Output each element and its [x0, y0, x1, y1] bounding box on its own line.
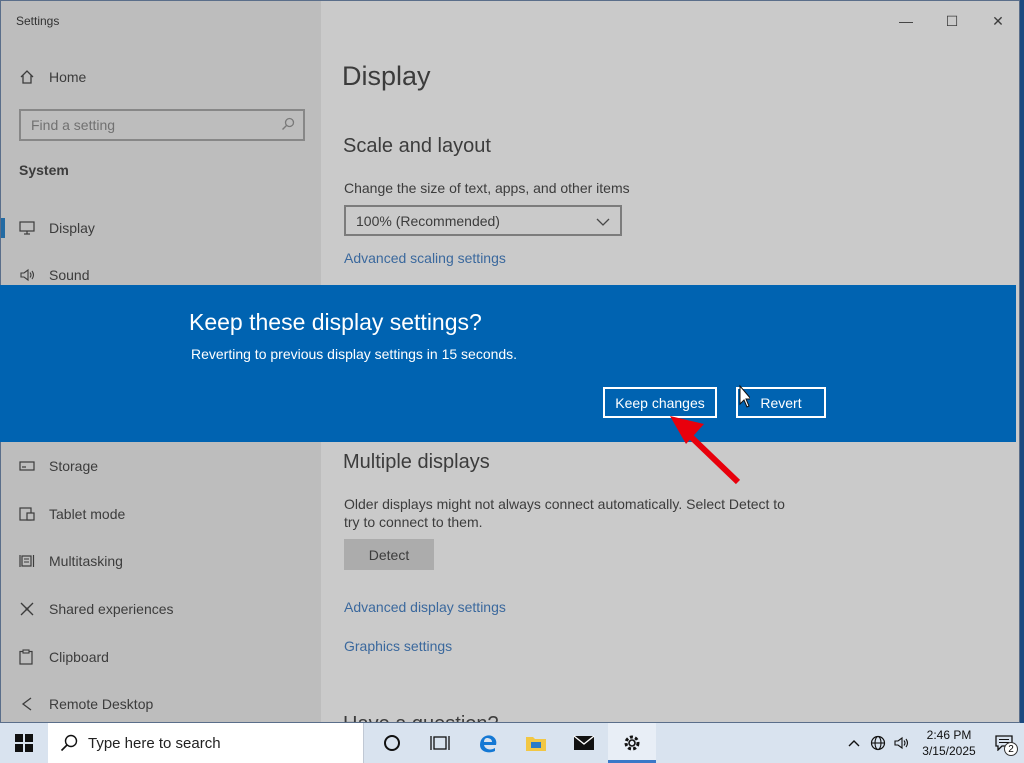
sidebar-item-label: Display	[49, 220, 95, 236]
action-center-button[interactable]: 2	[984, 723, 1024, 763]
chevron-up-icon	[848, 740, 860, 747]
taskbar-search-placeholder: Type here to search	[88, 734, 221, 752]
sidebar-item-tablet-mode[interactable]: Tablet mode	[1, 496, 321, 532]
multiple-desc-line-1: Older displays might not always connect …	[344, 496, 785, 512]
taskbar-search[interactable]: Type here to search	[48, 723, 364, 763]
section-heading-multiple-displays: Multiple displays	[343, 451, 490, 473]
notification-count-badge: 2	[1004, 742, 1018, 756]
speaker-icon	[19, 268, 49, 282]
cortana-button[interactable]	[368, 723, 416, 763]
graphics-settings-link[interactable]: Graphics settings	[344, 638, 452, 654]
volume-icon	[894, 736, 909, 750]
dialog-title: Keep these display settings?	[189, 309, 482, 335]
globe-icon	[870, 735, 886, 751]
scale-dropdown-value: 100% (Recommended)	[356, 212, 500, 229]
search-input[interactable]	[31, 117, 281, 133]
folder-icon	[526, 737, 546, 751]
minimize-button[interactable]: —	[883, 1, 929, 41]
sidebar-item-label: Remote Desktop	[49, 696, 154, 712]
sidebar-item-label: Sound	[49, 267, 90, 283]
maximize-icon: ☐	[945, 12, 959, 29]
sidebar-item-label: Home	[49, 69, 87, 85]
show-hidden-icons-button[interactable]	[842, 723, 866, 763]
clock-date: 3/15/2025	[922, 744, 976, 758]
advanced-display-link[interactable]: Advanced display settings	[344, 599, 506, 615]
windows-logo-icon	[15, 734, 33, 752]
search-icon	[60, 734, 78, 752]
section-heading-scale: Scale and layout	[343, 135, 491, 157]
window-title: Settings	[16, 14, 60, 28]
sidebar-item-label: Clipboard	[49, 649, 109, 665]
search-field[interactable]	[19, 109, 305, 141]
network-button[interactable]	[866, 723, 890, 763]
detect-button[interactable]: Detect	[344, 539, 434, 570]
file-explorer-button[interactable]	[512, 723, 560, 763]
tablet-icon	[19, 506, 49, 522]
close-icon: ✕	[992, 12, 1004, 29]
mouse-cursor-icon	[739, 384, 750, 408]
volume-button[interactable]	[890, 723, 914, 763]
edge-button[interactable]	[464, 723, 512, 763]
advanced-scaling-link[interactable]: Advanced scaling settings	[344, 250, 506, 266]
chevron-down-icon	[596, 213, 610, 229]
system-tray: 2:46 PM 3/15/2025 2	[842, 723, 1024, 763]
taskbar: Type here to search 2:46 PM 3/15/2025 2	[0, 723, 1024, 763]
search-icon[interactable]	[281, 117, 295, 134]
home-icon	[19, 69, 49, 85]
maximize-button[interactable]: ☐	[929, 1, 975, 41]
scale-description: Change the size of text, apps, and other…	[344, 180, 630, 196]
settings-taskbar-button[interactable]	[608, 723, 656, 763]
scale-dropdown[interactable]: 100% (Recommended)	[344, 205, 622, 236]
multitasking-icon	[19, 553, 49, 569]
sidebar-item-home[interactable]: Home	[1, 59, 321, 95]
remote-icon	[19, 696, 49, 712]
clock[interactable]: 2:46 PM 3/15/2025	[914, 727, 984, 759]
sidebar-item-display[interactable]: Display	[1, 210, 321, 246]
clock-time: 2:46 PM	[926, 728, 972, 742]
sidebar-item-label: Multitasking	[49, 553, 123, 569]
annotation-arrow-icon	[670, 384, 750, 485]
sidebar-item-label: Storage	[49, 458, 99, 474]
keep-settings-dialog: Keep these display settings? Reverting t…	[0, 285, 1016, 442]
gear-icon	[624, 735, 640, 751]
sidebar-item-label: Shared experiences	[49, 601, 174, 617]
sidebar-item-remote-desktop[interactable]: Remote Desktop	[1, 686, 321, 722]
close-button[interactable]: ✕	[975, 1, 1019, 41]
dialog-message: Reverting to previous display settings i…	[191, 346, 518, 362]
clipboard-icon	[19, 649, 49, 665]
multiple-desc-line-2: try to connect to them.	[344, 514, 483, 530]
edge-icon	[480, 735, 497, 753]
sidebar-item-label: Tablet mode	[49, 506, 126, 522]
window-controls: — ☐ ✕	[883, 1, 1019, 41]
monitor-icon	[19, 221, 49, 235]
page-title: Display	[342, 61, 431, 91]
cortana-icon	[384, 735, 400, 751]
sidebar-item-multitasking[interactable]: Multitasking	[1, 543, 321, 579]
storage-icon	[19, 461, 49, 471]
task-view-button[interactable]	[416, 723, 464, 763]
shared-icon	[19, 601, 49, 617]
start-button[interactable]	[0, 723, 48, 763]
minimize-icon: —	[899, 13, 913, 29]
sidebar-item-clipboard[interactable]: Clipboard	[1, 639, 321, 675]
sidebar-item-shared-experiences[interactable]: Shared experiences	[1, 591, 321, 627]
section-label-system: System	[19, 162, 69, 178]
multiple-displays-description: Older displays might not always connect …	[344, 495, 804, 531]
sidebar-item-storage[interactable]: Storage	[1, 448, 321, 484]
mail-button[interactable]	[560, 723, 608, 763]
section-heading-question: Have a question?	[343, 713, 499, 722]
mail-icon	[573, 735, 595, 750]
task-view-icon	[430, 736, 450, 750]
